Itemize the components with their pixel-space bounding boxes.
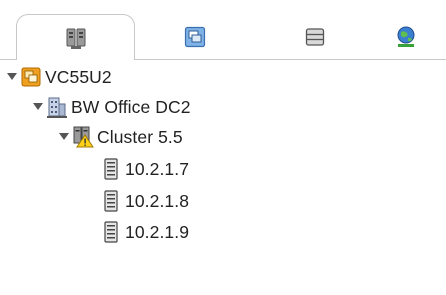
hosts-and-clusters-icon [65, 26, 87, 50]
caret-down-icon[interactable] [32, 101, 44, 113]
tree-node-datacenter[interactable]: BW Office DC2 [32, 94, 191, 120]
navigator-tab-bar [0, 0, 446, 60]
tree-node-label: VC55U2 [45, 66, 112, 87]
tree-node-label: 10.2.1.8 [125, 190, 190, 211]
tree-node-host[interactable]: 10.2.1.7 [100, 156, 189, 182]
host-icon [100, 221, 122, 243]
cluster-warning-icon [72, 126, 94, 148]
tab-hosts-and-clusters[interactable] [16, 14, 135, 60]
tree-node-label: 10.2.1.7 [125, 158, 190, 179]
tree-node-label: Cluster 5.5 [97, 126, 183, 147]
networking-icon [395, 25, 419, 49]
caret-down-icon[interactable] [58, 131, 70, 143]
host-icon [100, 190, 122, 212]
datacenter-icon [46, 96, 68, 118]
tree-node-cluster[interactable]: Cluster 5.5 [58, 124, 183, 150]
storage-icon [304, 26, 326, 48]
tree-node-vcenter[interactable]: VC55U2 [6, 64, 112, 90]
tab-vms-and-templates[interactable] [135, 14, 255, 60]
tree-node-label: BW Office DC2 [71, 96, 191, 117]
tab-networking[interactable] [355, 14, 446, 60]
caret-down-icon[interactable] [6, 71, 18, 83]
tree-node-host[interactable]: 10.2.1.9 [100, 219, 189, 245]
host-icon [100, 158, 122, 180]
vms-and-templates-icon [184, 26, 206, 48]
vcenter-icon [20, 66, 42, 88]
tree-node-host[interactable]: 10.2.1.8 [100, 188, 189, 214]
tree-node-label: 10.2.1.9 [125, 221, 190, 242]
